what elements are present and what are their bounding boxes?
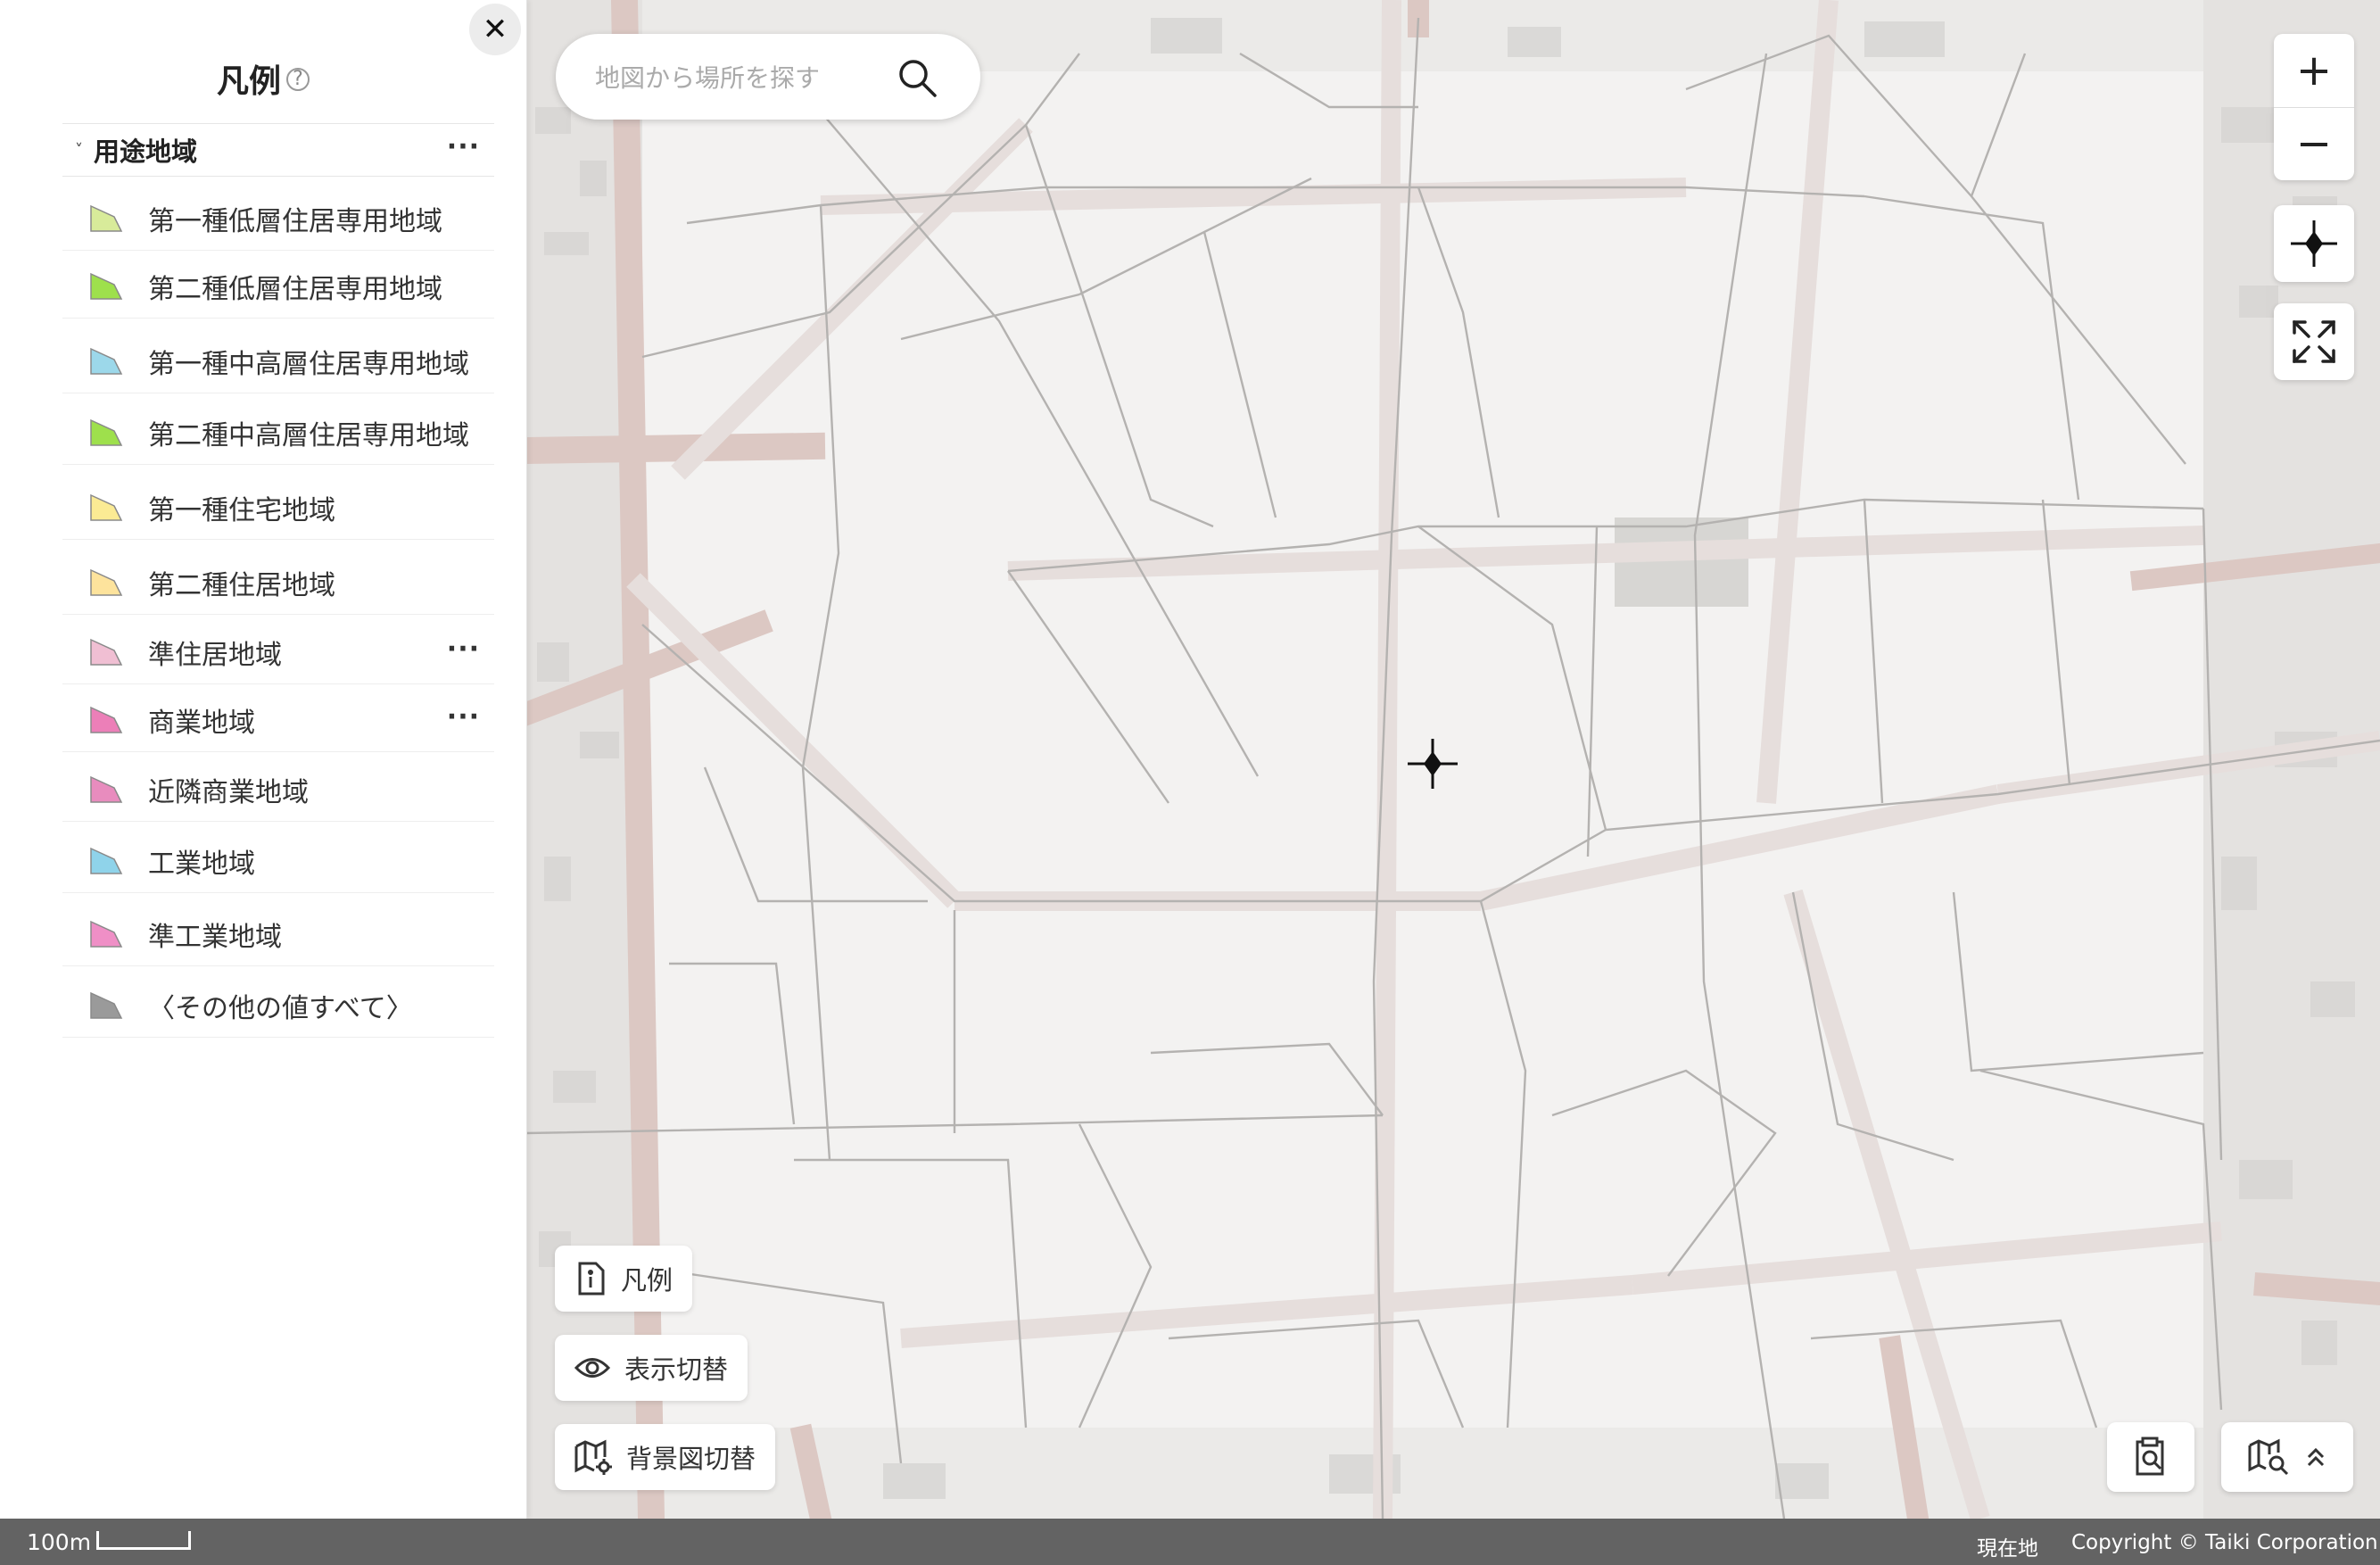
- legend-item-label: 準工業地域: [148, 922, 282, 953]
- current-location-text[interactable]: 現在地: [1977, 1531, 2038, 1561]
- basemap-switch-button[interactable]: 背景図切替: [555, 1424, 776, 1490]
- display-toggle-label: 表示切替: [624, 1354, 729, 1385]
- map-base-layer: [526, 0, 2380, 1519]
- legend-title: 凡例: [216, 63, 281, 100]
- legend-item[interactable]: 第二種住居地域: [62, 551, 494, 615]
- map-center-crosshair: [1408, 739, 1458, 789]
- scale-bar: [96, 1531, 191, 1550]
- legend-item-label: 第二種住居地域: [148, 570, 335, 601]
- map-search-button[interactable]: [2221, 1422, 2353, 1492]
- legend-button-label: 凡例: [621, 1265, 674, 1296]
- close-icon: ✕: [482, 12, 508, 47]
- legend-item-label: 〈その他の値すべて〉: [148, 993, 413, 1024]
- legend-item[interactable]: 第一種低層住居専用地域: [62, 187, 494, 251]
- clipboard-search-icon: [2136, 1437, 2164, 1476]
- eye-icon: [574, 1358, 610, 1378]
- close-legend-button[interactable]: ✕: [469, 4, 521, 55]
- legend-item[interactable]: 商業地域 ···: [62, 689, 494, 752]
- legend-swatch-icon: [90, 847, 123, 874]
- map-canvas[interactable]: [526, 0, 2380, 1519]
- legend-item-label: 工業地域: [148, 849, 255, 880]
- chevron-down-icon[interactable]: ˅: [75, 141, 83, 160]
- legend-item[interactable]: 第一種住宅地域: [62, 476, 494, 540]
- legend-item-more-button[interactable]: ···: [447, 636, 480, 663]
- zoom-in-button[interactable]: +: [2274, 34, 2354, 107]
- legend-item[interactable]: 〈その他の値すべて〉: [62, 974, 494, 1038]
- legend-item[interactable]: 準工業地域: [62, 903, 494, 966]
- legend-group-label: 用途地域: [94, 137, 198, 167]
- search-box[interactable]: 地図から場所を探す: [556, 34, 980, 120]
- locate-button[interactable]: [2274, 205, 2354, 282]
- display-toggle-button[interactable]: 表示切替: [555, 1335, 748, 1401]
- search-input[interactable]: 地図から場所を探す: [595, 59, 820, 95]
- legend-item-label: 商業地域: [148, 708, 255, 739]
- legend-swatch-icon: [90, 920, 123, 948]
- legend-item-label: 第二種低層住居専用地域: [148, 274, 442, 305]
- legend-swatch-icon: [90, 272, 123, 300]
- legend-item-label: 第二種中高層住居専用地域: [148, 420, 469, 451]
- legend-item-more-button[interactable]: ···: [447, 704, 480, 731]
- status-bar: 100m 現在地 Copyright © Taiki Corporation.: [0, 1519, 2380, 1565]
- legend-item-label: 第一種低層住居専用地域: [148, 206, 442, 237]
- legend-item-label: 近隣商業地域: [148, 777, 309, 808]
- document-info-icon: [578, 1262, 605, 1296]
- map-search-icon: [2248, 1438, 2289, 1476]
- legend-swatch-icon: [90, 568, 123, 596]
- legend-item[interactable]: 第二種中高層住居専用地域: [62, 402, 494, 465]
- legend-item-label: 準住居地域: [148, 640, 282, 671]
- legend-item[interactable]: 第一種中高層住居専用地域: [62, 330, 494, 393]
- legend-item[interactable]: 第二種低層住居専用地域: [62, 255, 494, 319]
- legend-swatch-icon: [90, 418, 123, 446]
- copyright-text: Copyright © Taiki Corporation.: [2071, 1531, 2380, 1554]
- crosshair-icon: [2291, 220, 2337, 267]
- chevron-double-up-icon[interactable]: [2305, 1445, 2326, 1469]
- legend-item-label: 第一種中高層住居専用地域: [148, 349, 469, 380]
- legend-group-header[interactable]: ˅ 用途地域 ···: [62, 123, 494, 177]
- legend-panel: ✕ 凡例? ˅ 用途地域 ··· 第一種低層住居専用地域 第二種低層住居専用地域第…: [0, 0, 527, 1519]
- legend-swatch-icon: [90, 493, 123, 521]
- scale-label: 100m: [27, 1529, 92, 1555]
- expand-icon: [2293, 320, 2335, 363]
- zoom-control: + −: [2274, 34, 2354, 180]
- legend-item[interactable]: 工業地域: [62, 830, 494, 893]
- search-icon[interactable]: [897, 57, 938, 98]
- legend-swatch-icon: [90, 706, 123, 733]
- map-gear-icon: [574, 1439, 612, 1475]
- legend-swatch-icon: [90, 991, 123, 1019]
- group-more-button[interactable]: ···: [447, 134, 480, 161]
- zoom-out-button[interactable]: −: [2274, 107, 2354, 180]
- question-circle-icon[interactable]: ?: [286, 68, 310, 91]
- legend-swatch-icon: [90, 204, 123, 232]
- fullscreen-button[interactable]: [2274, 303, 2354, 380]
- legend-title-row: 凡例?: [0, 55, 526, 102]
- legend-item[interactable]: 近隣商業地域: [62, 758, 494, 822]
- legend-swatch-icon: [90, 638, 123, 666]
- legend-swatch-icon: [90, 775, 123, 803]
- legend-button[interactable]: 凡例: [555, 1246, 693, 1312]
- legend-swatch-icon: [90, 347, 123, 375]
- basemap-switch-label: 背景図切替: [626, 1444, 756, 1474]
- report-search-button[interactable]: [2107, 1422, 2194, 1492]
- legend-item-label: 第一種住宅地域: [148, 495, 335, 526]
- legend-item[interactable]: 準住居地域 ···: [62, 621, 494, 684]
